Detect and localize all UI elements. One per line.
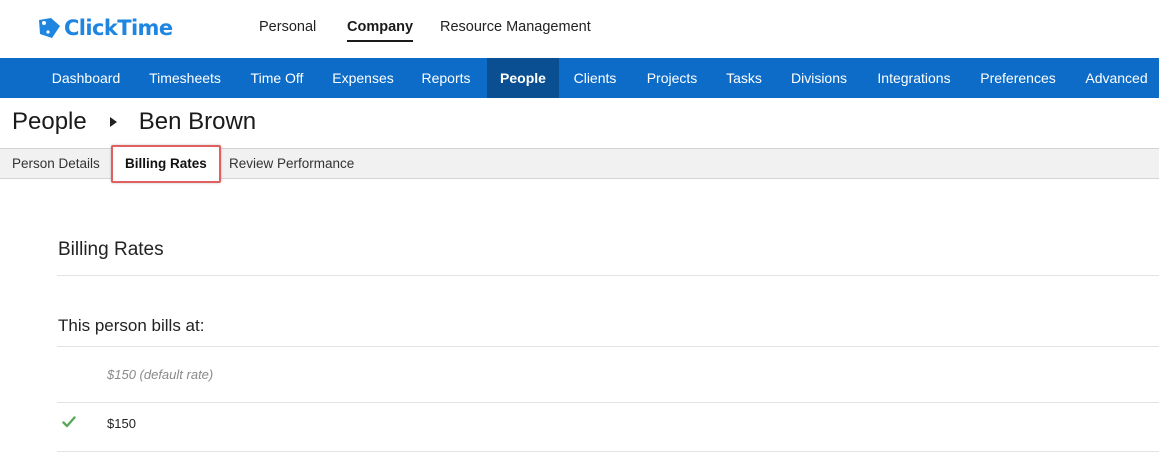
tab-person-details[interactable]: Person Details	[12, 149, 100, 178]
section-title: Billing Rates	[58, 239, 164, 260]
nav-preferences[interactable]: Preferences	[968, 58, 1068, 98]
nav-integrations[interactable]: Integrations	[864, 58, 964, 98]
nav-timesheets[interactable]: Timesheets	[137, 58, 233, 98]
rate-option-selected[interactable]: $150	[107, 416, 136, 431]
nav-projects[interactable]: Projects	[634, 58, 710, 98]
nav-expenses[interactable]: Expenses	[320, 58, 406, 98]
checkmark-icon	[62, 416, 76, 428]
bills-at-label: This person bills at:	[58, 316, 205, 335]
tag-logo-icon	[39, 18, 60, 38]
divider	[57, 451, 1159, 452]
divider	[57, 275, 1159, 276]
breadcrumb-arrow-icon	[109, 117, 117, 127]
topnav-company[interactable]: Company	[347, 19, 414, 42]
nav-tasks[interactable]: Tasks	[714, 58, 774, 98]
nav-time-off[interactable]: Time Off	[237, 58, 317, 98]
topnav-resource-management[interactable]: Resource Management	[440, 19, 591, 35]
nav-divisions[interactable]: Divisions	[778, 58, 860, 98]
main-nav: Dashboard Timesheets Time Off Expenses R…	[0, 58, 1159, 98]
tab-billing-rates[interactable]: Billing Rates	[111, 145, 221, 183]
divider	[57, 346, 1159, 347]
tab-review-performance[interactable]: Review Performance	[229, 149, 354, 178]
topnav-personal[interactable]: Personal	[259, 19, 316, 35]
sub-tabs: Person Details Billing Rates Review Perf…	[0, 145, 1159, 183]
rate-option-default[interactable]: $150 (default rate)	[107, 367, 213, 382]
breadcrumb: People Ben Brown	[12, 108, 256, 136]
top-bar: ClickTime Personal Company Resource Mana…	[0, 0, 1159, 58]
nav-dashboard[interactable]: Dashboard	[37, 58, 135, 98]
breadcrumb-people-link[interactable]: People	[12, 108, 87, 136]
nav-clients[interactable]: Clients	[560, 58, 630, 98]
nav-advanced[interactable]: Advanced	[1074, 58, 1159, 98]
nav-reports[interactable]: Reports	[409, 58, 483, 98]
breadcrumb-current: Ben Brown	[138, 108, 257, 135]
nav-people[interactable]: People	[487, 58, 559, 98]
logo-text: ClickTime	[64, 16, 173, 40]
clicktime-logo[interactable]: ClickTime	[36, 12, 173, 44]
divider	[57, 402, 1159, 403]
